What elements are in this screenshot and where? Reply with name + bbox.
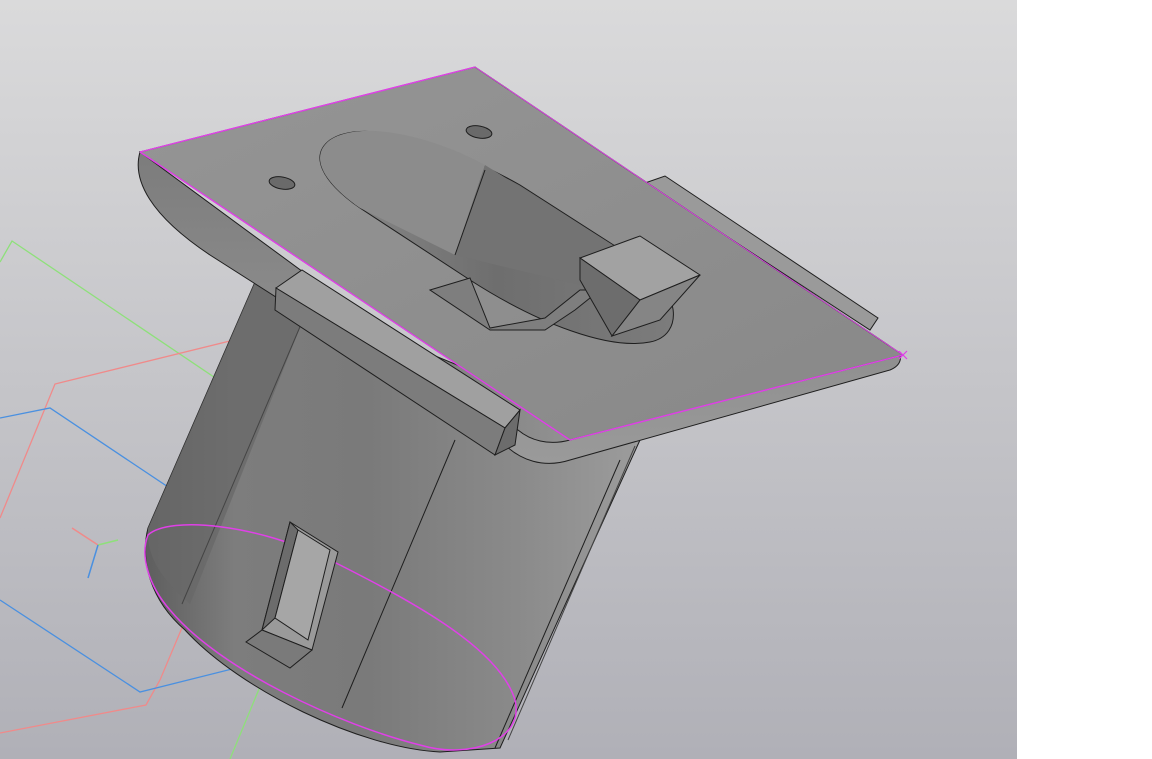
right-blank-area — [1017, 0, 1152, 759]
3d-viewport[interactable] — [0, 0, 1017, 759]
model-scene[interactable] — [0, 0, 1017, 759]
